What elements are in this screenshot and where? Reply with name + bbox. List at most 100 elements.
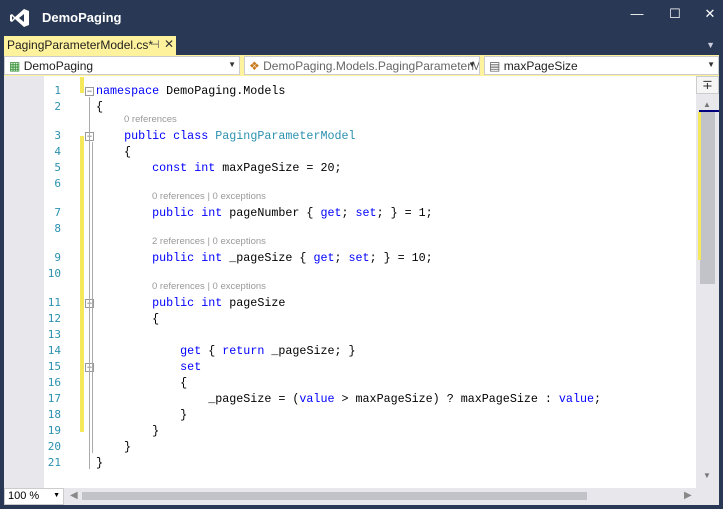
- code-token: ; } = 1;: [376, 206, 433, 220]
- line-number: 9: [54, 251, 61, 264]
- pin-icon[interactable]: ⊣: [150, 38, 160, 51]
- line-number: 12: [47, 312, 61, 325]
- code-lens: 0 references | 0 exceptions: [152, 281, 266, 292]
- caret-marker: [699, 110, 719, 112]
- vertical-scroll-thumb[interactable]: [700, 110, 715, 284]
- outline-line: [89, 97, 90, 469]
- project-icon: ▦: [9, 59, 21, 73]
- keyword-token: get: [180, 344, 202, 358]
- chevron-down-icon: ▼: [707, 60, 715, 69]
- maximize-icon[interactable]: ☐: [665, 6, 685, 22]
- code-token: maxPageSize = 20;: [215, 161, 342, 175]
- code-token: pageSize: [222, 296, 286, 310]
- code-line: {: [96, 376, 187, 390]
- line-number: 17: [47, 392, 61, 405]
- code-line: _pageSize = (value > maxPageSize) ? maxP…: [96, 392, 601, 406]
- chevron-down-icon: ▼: [468, 60, 476, 69]
- chevron-down-icon: ▼: [228, 60, 236, 69]
- tab-label: PagingParameterModel.cs*: [7, 38, 154, 52]
- close-icon[interactable]: ✕: [700, 6, 720, 22]
- code-token: }: [96, 456, 104, 470]
- code-token: {: [96, 376, 188, 390]
- code-line: {: [96, 145, 131, 159]
- close-tab-icon[interactable]: ✕: [164, 37, 174, 51]
- type-token: PagingParameterModel: [208, 129, 356, 143]
- collapse-icon[interactable]: −: [85, 87, 94, 96]
- project-dropdown[interactable]: ▦ DemoPaging ▼: [4, 56, 240, 75]
- keyword-token: public class: [124, 129, 209, 143]
- change-marker: [698, 112, 701, 260]
- code-lens: 0 references | 0 exceptions: [152, 191, 266, 202]
- field-icon: ▤: [489, 59, 501, 73]
- editor-status-bar: 100 % ▼ ◀ ▶: [4, 488, 719, 505]
- line-number: 16: [47, 376, 61, 389]
- split-window-icon[interactable]: ∓: [696, 76, 719, 94]
- scroll-down-icon[interactable]: ▼: [703, 471, 711, 480]
- code-token: _pageSize {: [222, 251, 314, 265]
- code-line: }: [96, 440, 131, 454]
- line-number: 4: [54, 145, 61, 158]
- code-token: }: [96, 424, 160, 438]
- line-number: 13: [47, 328, 61, 341]
- line-number: 11: [47, 296, 61, 309]
- keyword-token: const int: [152, 161, 216, 175]
- line-number: 20: [47, 440, 61, 453]
- project-label: DemoPaging: [23, 59, 94, 73]
- code-token: ; } = 10;: [369, 251, 433, 265]
- code-line: namespace DemoPaging.Models: [96, 84, 285, 98]
- code-line: get { return _pageSize; }: [96, 344, 356, 358]
- outline-line: [92, 142, 93, 453]
- code-token: _pageSize; }: [264, 344, 356, 358]
- scroll-right-icon[interactable]: ▶: [684, 490, 692, 501]
- minimize-icon[interactable]: —: [627, 6, 647, 21]
- zoom-dropdown[interactable]: 100 % ▼: [4, 488, 64, 505]
- change-indicator: [80, 136, 84, 432]
- code-line: const int maxPageSize = 20;: [96, 161, 341, 175]
- editor-margin: [4, 76, 44, 488]
- scroll-up-icon[interactable]: ▲: [703, 100, 711, 109]
- keyword-token: public int: [152, 296, 223, 310]
- line-number: 2: [54, 100, 61, 113]
- keyword-token: namespace: [96, 84, 160, 98]
- keyword-token: value: [299, 392, 335, 406]
- code-token: pageNumber {: [222, 206, 321, 220]
- keyword-token: value: [558, 392, 594, 406]
- code-line: }: [96, 424, 159, 438]
- scroll-left-icon[interactable]: ◀: [70, 490, 78, 501]
- keyword-token: public int: [152, 251, 223, 265]
- line-number: 19: [47, 424, 61, 437]
- code-line: public class PagingParameterModel: [96, 129, 356, 143]
- keyword-token: public int: [152, 206, 223, 220]
- code-token: _pageSize = (: [96, 392, 300, 406]
- tab-overflow-icon[interactable]: ▼: [706, 40, 715, 50]
- code-editor[interactable]: ∓ ▲ ▼ 1 namespace DemoPaging.Models 2 {3 0 r…: [4, 76, 719, 488]
- vertical-scrollbar[interactable]: ∓ ▲ ▼: [696, 76, 719, 488]
- code-token: {: [201, 344, 223, 358]
- keyword-token: get: [313, 251, 335, 265]
- type-dropdown[interactable]: ❖ DemoPaging.Models.PagingParameterMoc ▼: [244, 56, 480, 75]
- code-token: DemoPaging.Models: [159, 84, 286, 98]
- line-number: 1: [54, 84, 61, 97]
- horizontal-scroll-thumb[interactable]: [82, 492, 587, 500]
- class-icon: ❖: [249, 59, 260, 73]
- line-number: 7: [54, 206, 61, 219]
- code-line: }: [96, 408, 187, 422]
- code-line: }: [96, 456, 103, 470]
- zoom-level: 100 %: [8, 490, 40, 502]
- code-token: }: [96, 440, 132, 454]
- line-number: 3: [54, 129, 61, 142]
- tab-paging-parameter-model[interactable]: PagingParameterModel.cs* ⊣ ✕: [4, 36, 176, 55]
- code-token: ;: [341, 206, 356, 220]
- navigation-bar: ▦ DemoPaging ▼ ❖ DemoPaging.Models.Paging…: [4, 55, 719, 76]
- code-line: public int pageNumber { get; set; } = 1;: [96, 206, 433, 220]
- keyword-token: set: [180, 360, 202, 374]
- code-token: > maxPageSize) ? maxPageSize :: [334, 392, 559, 406]
- member-dropdown[interactable]: ▤ maxPageSize ▼: [484, 56, 719, 75]
- line-number: 6: [54, 177, 61, 190]
- visual-studio-logo-icon: [10, 9, 29, 27]
- code-lens: 0 references: [124, 114, 177, 125]
- code-token: ;: [594, 392, 602, 406]
